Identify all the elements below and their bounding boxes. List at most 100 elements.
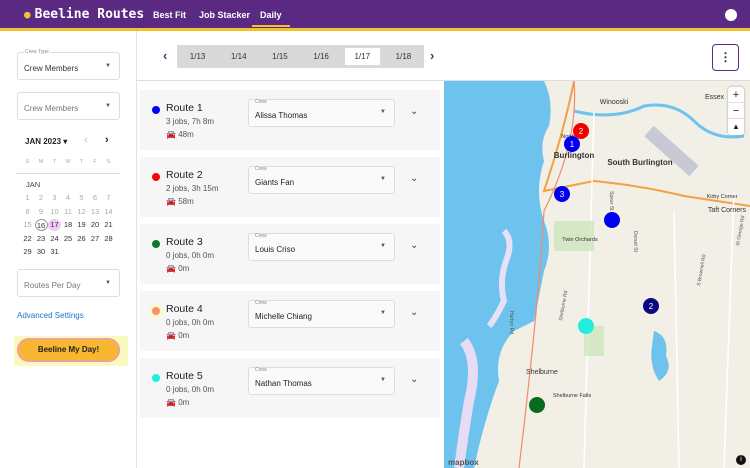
date-tab[interactable]: 1/13 — [180, 48, 215, 65]
calendar-day[interactable]: 5 — [75, 192, 88, 204]
calendar-day[interactable]: 26 — [75, 233, 88, 245]
calendar-day[interactable]: 12 — [75, 206, 88, 218]
compass-button[interactable]: ▲ — [728, 119, 744, 135]
crew-type-select[interactable]: Crew Type Crew Members ▼ — [17, 49, 120, 80]
tab-daily[interactable]: Daily — [252, 10, 290, 27]
calendar-day[interactable]: 17 — [48, 219, 61, 231]
car-icon: 🚘 — [166, 130, 176, 139]
home-marker[interactable] — [578, 318, 594, 334]
calendar-day[interactable]: 21 — [102, 219, 115, 231]
route-stop-marker[interactable]: 2 — [573, 123, 589, 139]
route-stop-marker[interactable]: 2 — [643, 298, 659, 314]
drive-time: 0m — [178, 264, 190, 273]
calendar-day[interactable]: 2 — [35, 192, 48, 204]
zoom-out-button[interactable]: − — [728, 103, 744, 119]
calendar-day[interactable]: 6 — [89, 192, 102, 204]
account-icon[interactable] — [725, 9, 737, 21]
crew-members-select[interactable]: Crew Members ▼ — [17, 92, 120, 120]
crew-select[interactable]: Crew Nathan Thomas ▼ — [248, 367, 395, 395]
calendar-day[interactable]: 28 — [102, 233, 115, 245]
weekday-label: S — [106, 159, 111, 165]
weekday-label: M — [38, 159, 44, 165]
calendar-day[interactable]: 31 — [48, 246, 61, 258]
map-canvas: Winooski North Burlington South Burlingt… — [444, 81, 750, 468]
crew-select[interactable]: Crew Michelle Chiang ▼ — [248, 300, 395, 328]
route-stop-marker[interactable]: 1 — [564, 136, 580, 152]
place-label: Shelburne Falls — [553, 393, 591, 399]
route-stop-marker[interactable]: 3 — [554, 186, 570, 202]
routes-per-day-select[interactable]: Routes Per Day ▼ — [17, 269, 120, 297]
route-summary: 3 jobs, 7h 8m — [166, 117, 215, 126]
expand-chevron-icon[interactable]: ⌄ — [410, 307, 418, 318]
crew-select[interactable]: Crew Alissa Thomas ▼ — [248, 99, 395, 127]
caret-down-icon: ▼ — [380, 377, 386, 383]
tab-job-stacker[interactable]: Job Stacker — [199, 10, 250, 20]
calendar-day[interactable]: 24 — [48, 233, 61, 245]
month-label: JAN — [26, 180, 41, 189]
calendar-day[interactable]: 30 — [35, 246, 48, 258]
date-tab[interactable]: 1/15 — [262, 48, 297, 65]
route-card: Route 3 0 jobs, 0h 0m 🚘 0m Crew Louis Cri… — [140, 224, 440, 284]
calendar-day[interactable]: 10 — [48, 206, 61, 218]
prev-dates-button[interactable]: ‹ — [163, 48, 167, 63]
expand-chevron-icon[interactable]: ⌄ — [410, 374, 418, 385]
calendar-day[interactable]: 22 — [21, 233, 34, 245]
expand-chevron-icon[interactable]: ⌄ — [410, 106, 418, 117]
date-tab[interactable]: 1/14 — [221, 48, 256, 65]
calendar-day[interactable]: 1 — [21, 192, 34, 204]
calendar-day[interactable]: 13 — [89, 206, 102, 218]
route-name: Route 4 — [166, 303, 203, 315]
expand-chevron-icon[interactable]: ⌄ — [410, 240, 418, 251]
date-bar: 1/13 1/14 1/15 1/16 1/17 1/18 — [177, 45, 424, 68]
calendar-day[interactable]: 27 — [89, 233, 102, 245]
date-tab[interactable]: 1/18 — [386, 48, 421, 65]
caret-down-icon: ▼ — [105, 103, 111, 109]
calendar-day[interactable]: 11 — [62, 206, 75, 218]
app-logo[interactable]: ● Beeline Routes — [24, 7, 144, 22]
calendar-day[interactable]: 8 — [21, 206, 34, 218]
date-tab[interactable]: 1/16 — [304, 48, 339, 65]
calendar-day[interactable]: 20 — [89, 219, 102, 231]
home-marker[interactable] — [529, 397, 545, 413]
map[interactable]: Winooski North Burlington South Burlingt… — [444, 81, 750, 468]
next-month-button[interactable]: › — [105, 134, 109, 146]
crew-select[interactable]: Crew Giants Fan ▼ — [248, 166, 395, 194]
month-selector[interactable]: JAN 2023 ▾ — [25, 137, 67, 146]
home-marker[interactable] — [604, 212, 620, 228]
place-label: Burlington — [554, 151, 595, 160]
more-options-button[interactable]: ⋮ — [712, 44, 739, 71]
calendar-day[interactable]: 4 — [62, 192, 75, 204]
divider — [16, 173, 120, 174]
calendar-day[interactable]: 14 — [102, 206, 115, 218]
calendar-day[interactable]: 18 — [62, 219, 75, 231]
route-color-dot — [152, 307, 160, 315]
route-color-dot — [152, 106, 160, 114]
road-label: S Brownell Rd — [696, 254, 707, 286]
crew-select[interactable]: Crew Louis Criso ▼ — [248, 233, 395, 261]
expand-chevron-icon[interactable]: ⌄ — [410, 173, 418, 184]
calendar-day[interactable]: 7 — [102, 192, 115, 204]
beeline-my-day-button[interactable]: Beeline My Day! — [17, 338, 120, 362]
calendar-day[interactable]: 25 — [62, 233, 75, 245]
road-label: Harbor Rd — [508, 311, 514, 334]
next-dates-button[interactable]: › — [430, 48, 434, 63]
prev-month-button[interactable]: ‹ — [84, 134, 88, 146]
calendar-day[interactable]: 19 — [75, 219, 88, 231]
route-name: Route 1 — [166, 102, 203, 114]
info-icon[interactable]: i — [736, 455, 746, 465]
caret-down-icon: ▼ — [380, 310, 386, 316]
route-name: Route 2 — [166, 169, 203, 181]
zoom-in-button[interactable]: + — [728, 87, 744, 103]
advanced-settings-link[interactable]: Advanced Settings — [17, 311, 84, 320]
calendar-day[interactable]: 9 — [35, 206, 48, 218]
date-tab-selected[interactable]: 1/17 — [344, 48, 380, 65]
place-label: Essex — [705, 94, 725, 101]
route-name: Route 5 — [166, 370, 203, 382]
calendar-day[interactable]: 23 — [35, 233, 48, 245]
calendar-day[interactable]: 15 — [21, 219, 34, 231]
calendar-day[interactable]: 29 — [21, 246, 34, 258]
car-icon: 🚘 — [166, 331, 176, 340]
calendar-day[interactable]: 16 — [34, 219, 48, 231]
calendar-day[interactable]: 3 — [48, 192, 61, 204]
tab-best-fit[interactable]: Best Fit — [153, 10, 186, 20]
